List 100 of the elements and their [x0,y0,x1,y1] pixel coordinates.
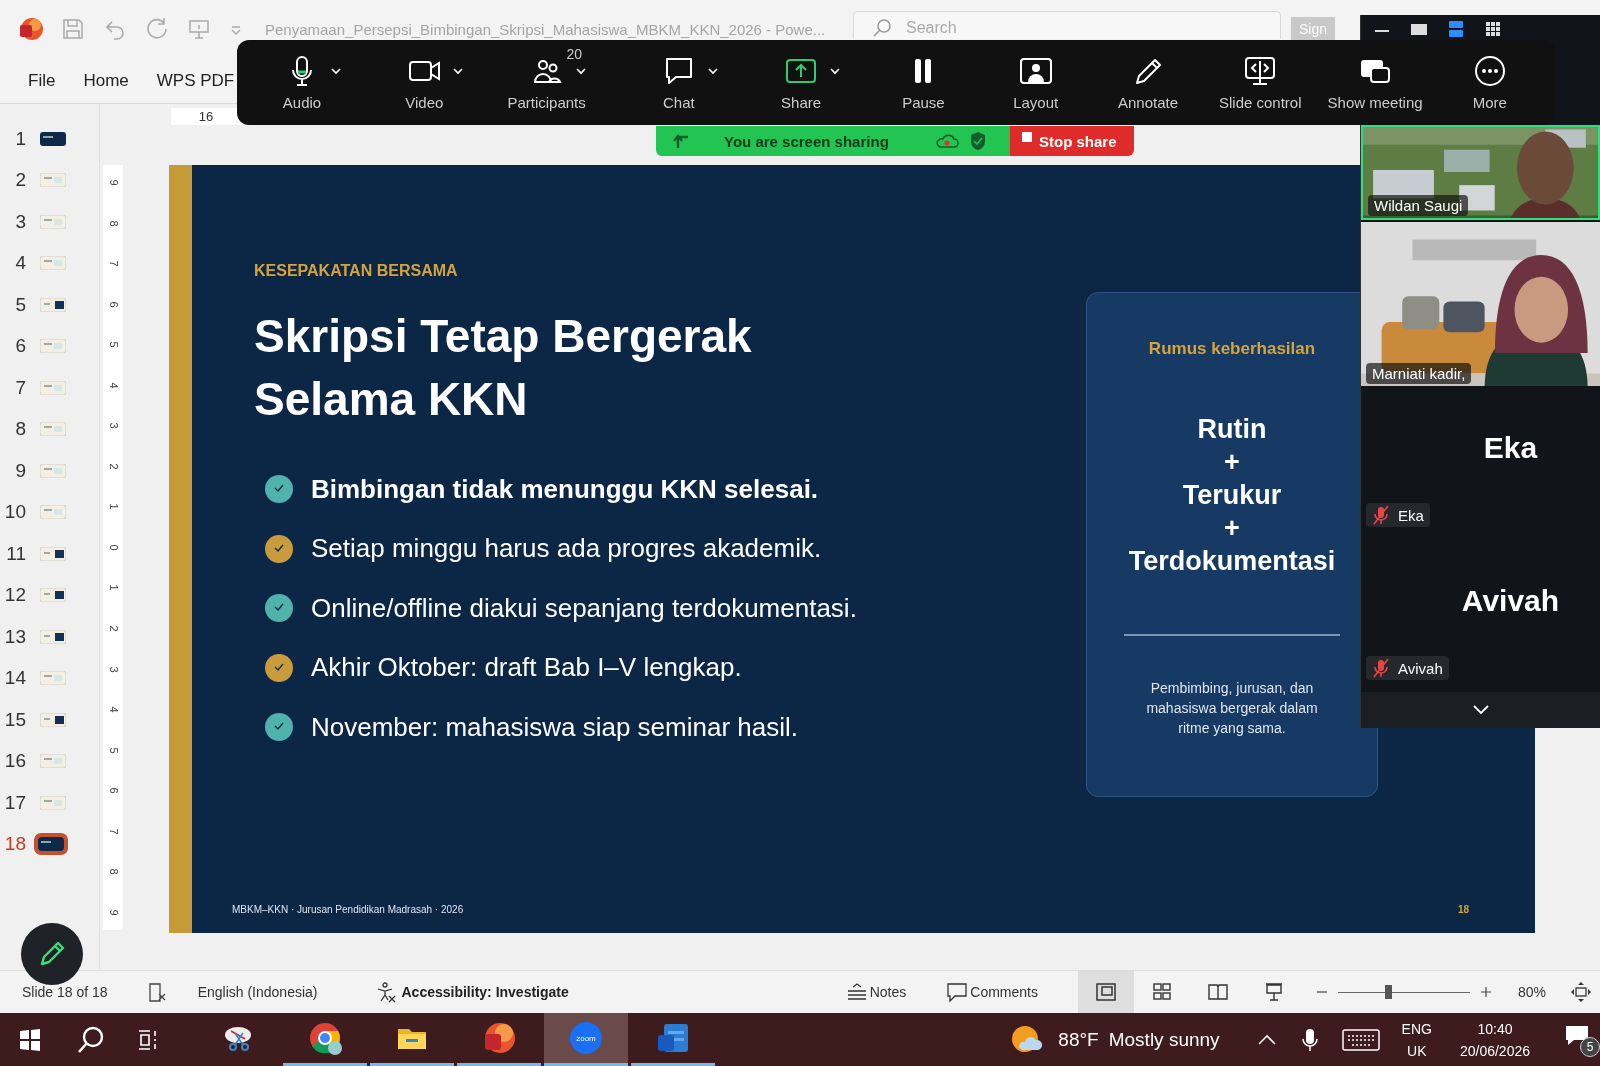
search-field[interactable]: Search [853,11,1281,39]
slide-thumbnail[interactable] [38,793,68,812]
card-note: Pembimbing, jurusan, dan mahasiswa bergerak dalam ritme yang sama. [1145,679,1319,738]
slide-thumbnail[interactable] [38,461,68,480]
slide-thumbnail[interactable] [38,295,68,314]
toolbar-button[interactable]: Show meeting [1327,46,1423,111]
normal-view-button[interactable] [1077,971,1134,1013]
slide-thumbnail[interactable] [38,544,68,563]
weather-widget[interactable]: 88°F Mostly sunny [1010,1023,1220,1056]
participant-count: 20 [566,46,583,62]
microphone-icon[interactable] [1299,1026,1320,1053]
ruler-number: 6 [107,787,119,794]
slide-thumbnail[interactable] [38,129,68,148]
fit-slide-icon[interactable] [1570,981,1592,1003]
slide-number: 16 [3,750,26,773]
notification-count: 5 [1580,1036,1600,1057]
presentation-app-icon [19,17,43,41]
slide-thumbnail[interactable] [38,586,68,605]
slide-thumbnail[interactable] [34,833,68,856]
slide-thumbnail[interactable] [38,669,68,688]
toolbar-button[interactable]: Pause [878,46,969,111]
stop-share-button[interactable]: Stop share [1010,126,1134,156]
slide-footer: MBKM–KKN · Jurusan Pendidikan Madrasah · 2026 [232,904,464,915]
ruler-number: 8 [107,868,119,875]
clock[interactable]: 10:40 20/06/2026 [1459,1017,1530,1062]
notes-button[interactable]: Notes [845,981,907,1003]
slide-sorter-icon [1150,981,1173,1003]
ruler-number: 3 [107,666,119,673]
caret-icon[interactable] [574,65,587,77]
taskbar-app[interactable]: zoom [544,1013,628,1066]
video-tile[interactable]: Avivah Avivah [1361,539,1600,692]
toolbar-button[interactable]: More [1444,46,1535,111]
slide-thumbnail[interactable] [38,212,68,231]
caret-icon[interactable] [706,65,719,77]
formula-text: + [1224,446,1240,479]
region-code: UK [1407,1041,1427,1061]
ruler-number: 9 [107,909,119,916]
language-indicator[interactable]: ENG UK [1401,1017,1432,1062]
ruler-number: 6 [107,301,119,308]
windows-start-icon[interactable] [18,1027,42,1052]
toolbar-button[interactable]: Audio [257,46,347,111]
slide-thumbnail[interactable] [38,627,68,646]
notification-button[interactable]: 5 [1564,1022,1600,1057]
slide-thumbnail[interactable] [38,752,68,771]
chrome-icon [308,1021,342,1055]
slide-number: 3 [14,210,26,233]
grid-view-icon[interactable] [1483,19,1503,39]
toolbar-button[interactable]: Chat [633,46,724,111]
toolbar-button[interactable]: 20 Participants [501,46,592,111]
formula-text: Rutin [1197,413,1267,446]
slide-counter: Slide 18 of 18 [22,984,108,1000]
ruler-number: 5 [107,341,119,348]
video-tile[interactable]: Marniati kadir, [1361,222,1600,386]
slide-title: Skripsi Tetap Bergerak Selama KKN [254,309,753,427]
zoom-in-button[interactable] [1479,986,1492,998]
strip-view-icon[interactable] [1446,19,1466,39]
ribbon-tab[interactable]: Home [83,70,129,91]
slide-number: 18 [3,833,26,856]
slide-number: 5 [14,293,26,316]
caret-icon[interactable] [829,65,842,77]
chevron-down-icon[interactable] [1470,703,1491,717]
slide-number: 12 [3,584,26,607]
slide-thumbnail[interactable] [38,171,68,190]
video-tile[interactable]: Wildan Saugi [1361,125,1600,220]
ruler-number: 1 [107,584,119,592]
toolbar-button[interactable]: Video [379,46,470,111]
toolbar-button[interactable]: Slide control [1215,46,1306,111]
ruler-number: 7 [107,828,119,835]
ruler-number: 1 [107,503,119,510]
caret-icon[interactable] [330,65,342,77]
language-status[interactable]: English (Indonesia) [197,984,318,1000]
slide-number: 1 [14,127,26,150]
ruler-number: 8 [107,220,119,227]
slide-number: 15 [3,708,26,731]
ruler-number: 5 [107,747,119,754]
comments-button[interactable]: Comments [946,981,1038,1003]
participant-name: Avivah [1461,583,1560,618]
toolbar-button[interactable]: Layout [990,46,1081,111]
slide-thumbnail[interactable] [38,378,68,397]
slide-thumbnail[interactable] [38,710,68,729]
keyboard-icon[interactable] [1341,1027,1380,1052]
ruler-number: 2 [107,463,119,470]
video-tile[interactable]: Eka Eka [1361,386,1600,539]
slide-thumbnail[interactable] [38,254,68,273]
slide-thumbnail[interactable] [38,420,68,439]
zoom-level[interactable]: 80% [1517,984,1546,1000]
caret-icon[interactable] [452,65,465,77]
slide-control-icon [1244,55,1277,87]
accessibility-button[interactable]: Accessibility: Investigate [375,981,569,1003]
search-icon[interactable] [76,1024,106,1055]
more-icon [1473,55,1506,87]
ruler-number: 3 [107,422,119,429]
slide-thumbnail[interactable] [38,503,68,522]
slide-number: 6 [14,335,26,358]
toolbar-button[interactable]: Share [756,46,847,111]
toolbar-button[interactable]: Annotate [1102,46,1193,111]
ribbon-tab[interactable]: WPS PDF [156,70,235,91]
ribbon-tab[interactable]: File [28,70,56,91]
search-icon [871,17,893,39]
slide-thumbnail[interactable] [38,337,68,356]
